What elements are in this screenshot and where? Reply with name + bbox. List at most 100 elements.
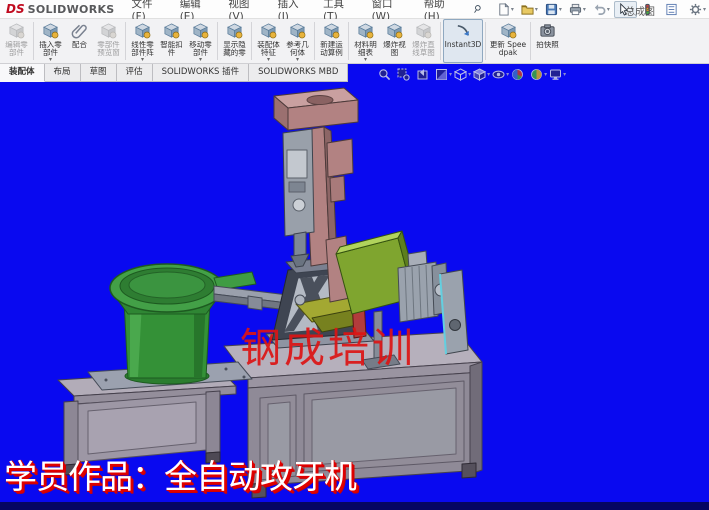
ribbon-separator: [440, 22, 441, 60]
dropdown-arrow-icon[interactable]: ▾: [141, 57, 144, 62]
headsup-button-icon: [492, 68, 505, 81]
dropdown-arrow-icon[interactable]: ▾: [487, 71, 490, 78]
ribbon-button-explode-line-sketch[interactable]: 爆炸直线草图 ▾: [409, 19, 438, 63]
quick-button-open[interactable]: ▾: [518, 1, 541, 18]
ribbon-button-icon: [100, 22, 117, 41]
dropdown-arrow-icon[interactable]: ▾: [535, 6, 538, 13]
ribbon-button-icon: [8, 22, 25, 41]
tab-sketch[interactable]: 草图: [81, 64, 117, 82]
ribbon-button-label: 移动零部件: [187, 41, 214, 57]
ribbon-button-assembly-features[interactable]: 装配体特征 ▾: [254, 19, 283, 63]
ribbon-button-label: 材料明细表: [352, 41, 379, 57]
dropdown-arrow-icon[interactable]: ▾: [511, 6, 514, 13]
ribbon-button-label: 插入零部件: [37, 41, 64, 57]
dropdown-arrow-icon[interactable]: ▾: [199, 57, 202, 62]
ribbon-separator: [33, 22, 34, 60]
ribbon-button-insert-components[interactable]: 插入零部件 ▾: [36, 19, 65, 63]
dropdown-arrow-icon[interactable]: ▾: [703, 6, 706, 13]
ribbon-button-label: 线性零部件阵列: [129, 41, 156, 57]
dropdown-arrow-icon[interactable]: ▾: [364, 57, 367, 62]
ribbon-button-icon: [323, 22, 340, 41]
headsup-button-zoom-to-area[interactable]: ▾: [397, 68, 414, 81]
headsup-button-icon: [549, 68, 562, 81]
headsup-button-view-orientation[interactable]: ▾: [454, 68, 471, 81]
quick-button-icon: [545, 3, 558, 16]
model-upright-plate[interactable]: [440, 270, 468, 354]
title-menu-bar: DS SOLIDWORKS 文件(F)编辑(E)视图(V)插入(I)工具(T)窗…: [0, 0, 709, 19]
ribbon-button-move-component[interactable]: 移动零部件 ▾: [186, 19, 215, 63]
ribbon-separator: [125, 22, 126, 60]
tab-solidworks-addins[interactable]: SOLIDWORKS 插件: [153, 64, 250, 82]
ribbon-button-edit-component[interactable]: 编辑零部件 ▾: [2, 19, 31, 63]
ribbon-button-smart-fasteners[interactable]: 智能扣件 ▾: [157, 19, 186, 63]
ribbon-button-label: 智能扣件: [158, 41, 185, 57]
dropdown-arrow-icon[interactable]: ▾: [296, 57, 299, 62]
dropdown-arrow-icon[interactable]: ▾: [506, 71, 509, 78]
ribbon-button-icon: [415, 22, 432, 41]
graphics-viewport[interactable]: 装配体布局草图评估SOLIDWORKS 插件SOLIDWORKS MBD ▾ ▾…: [0, 64, 709, 510]
ribbon-button-update-speedpak[interactable]: 更新 Speedpak ▾: [488, 19, 528, 63]
assembly-model-tapping-machine[interactable]: [0, 64, 709, 510]
ribbon-button-icon: [500, 22, 517, 41]
headsup-button-display-style[interactable]: ▾: [473, 68, 490, 81]
dropdown-arrow-icon[interactable]: ▾: [449, 71, 452, 78]
ribbon-button-take-snapshot[interactable]: 拍快照 ▾: [533, 19, 562, 63]
quick-button-options[interactable]: ▾: [686, 1, 709, 18]
ribbon-button-icon: [226, 22, 243, 41]
headsup-button-icon: [397, 68, 410, 81]
ribbon-button-icon: [289, 22, 306, 41]
dropdown-arrow-icon[interactable]: ▾: [583, 6, 586, 13]
tab-assembly[interactable]: 装配体: [0, 64, 45, 82]
ribbon-button-icon: [260, 22, 277, 41]
ribbon-button-mate[interactable]: 配合 ▾: [65, 19, 94, 63]
headsup-button-icon: [416, 68, 429, 81]
dropdown-arrow-icon[interactable]: ▾: [49, 57, 52, 62]
headsup-button-zoom-to-fit[interactable]: ▾: [378, 68, 395, 81]
ribbon-button-icon: [539, 22, 556, 41]
dropdown-arrow-icon[interactable]: ▾: [559, 6, 562, 13]
model-bowl-feeder[interactable]: [110, 264, 224, 384]
heads-up-toolbar: ▾ ▾ ▾ ▾ ▾ ▾ ▾ ▾: [378, 68, 566, 81]
dropdown-arrow-icon[interactable]: ▾: [544, 71, 547, 78]
ribbon-button-icon: [71, 22, 88, 41]
quick-button-icon: [521, 3, 534, 16]
headsup-button-section-view[interactable]: ▾: [435, 68, 452, 81]
dropdown-arrow-icon[interactable]: ▾: [468, 71, 471, 78]
solidworks-logo-text: SOLIDWORKS: [28, 3, 115, 16]
dropdown-arrow-icon[interactable]: ▾: [267, 57, 270, 62]
solidworks-logo: DS SOLIDWORKS: [0, 2, 125, 16]
tab-solidworks-mbd[interactable]: SOLIDWORKS MBD: [249, 64, 348, 82]
ribbon-button-icon: [163, 22, 180, 41]
headsup-button-apply-scene[interactable]: ▾: [530, 68, 547, 81]
ribbon-button-label: 参考几何体: [284, 41, 311, 57]
command-manager-ribbon: 编辑零部件 ▾ 插入零部件 ▾ 配合 ▾ 零部件预览窗口 ▾ 线性零部件阵列 ▾…: [0, 19, 709, 64]
headsup-button-icon: [511, 68, 524, 81]
ribbon-button-label: 显示隐藏的零部件: [221, 41, 248, 57]
ribbon-button-show-hidden-components[interactable]: 显示隐藏的零部件 ▾: [220, 19, 249, 63]
pin-icon[interactable]: ⚲: [470, 2, 482, 15]
ribbon-button-label: 更新 Speedpak: [489, 41, 527, 57]
ribbon-separator: [314, 22, 315, 60]
headsup-button-previous-view[interactable]: ▾: [416, 68, 433, 81]
headsup-button-hide-show-items[interactable]: ▾: [492, 68, 509, 81]
quick-button-new-document[interactable]: ▾: [494, 1, 517, 18]
quick-button-print[interactable]: ▾: [566, 1, 589, 18]
ribbon-separator: [348, 22, 349, 60]
ribbon-button-exploded-view[interactable]: 爆炸视图 ▾: [380, 19, 409, 63]
ribbon-button-bill-of-materials[interactable]: 材料明细表 ▾: [351, 19, 380, 63]
ribbon-button-new-motion-study[interactable]: 新建运动算例 ▾: [317, 19, 346, 63]
tab-evaluate[interactable]: 评估: [117, 64, 153, 82]
ribbon-button-instant3d[interactable]: Instant3D ▾: [443, 19, 483, 63]
bottom-strip: [0, 502, 709, 510]
ribbon-button-linear-component-pattern[interactable]: 线性零部件阵列 ▾: [128, 19, 157, 63]
headsup-button-icon: [378, 68, 391, 81]
ribbon-button-label: Instant3D: [445, 41, 482, 49]
headsup-button-view-settings[interactable]: ▾: [549, 68, 566, 81]
ribbon-button-reference-geometry[interactable]: 参考几何体 ▾: [283, 19, 312, 63]
ribbon-button-component-preview-window[interactable]: 零部件预览窗口 ▾: [94, 19, 123, 63]
dropdown-arrow-icon[interactable]: ▾: [563, 71, 566, 78]
quick-button-save[interactable]: ▾: [542, 1, 565, 18]
tab-layout[interactable]: 布局: [45, 64, 81, 82]
ribbon-button-icon: [42, 22, 59, 41]
headsup-button-edit-appearance[interactable]: ▾: [511, 68, 528, 81]
